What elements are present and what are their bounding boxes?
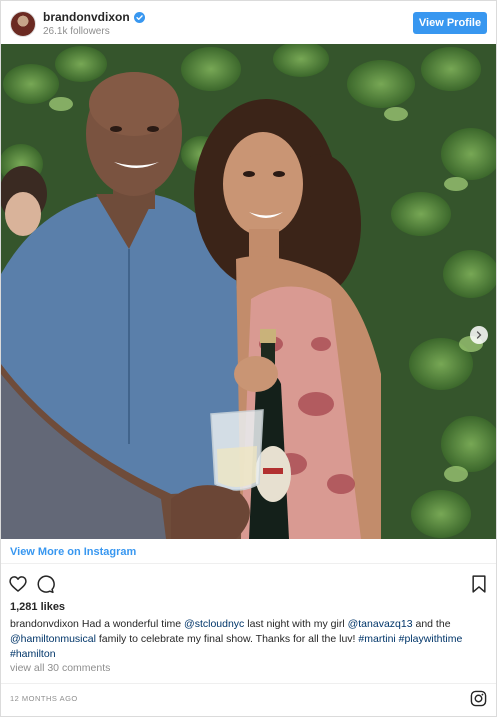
action-bar [1,571,496,599]
next-photo-button[interactable] [470,326,488,344]
post-photo-illustration [1,44,496,539]
mention-link[interactable]: @hamiltonmusical [10,633,96,645]
instagram-embed-card: brandonvdixon 26.1k followers View Profi… [0,0,497,717]
post-timestamp[interactable]: 12 MONTHS AGO [10,694,78,703]
view-comments-link[interactable]: view all 30 comments [10,662,110,674]
caption-text-segment: and the [412,618,451,630]
instagram-logo-icon[interactable] [470,690,487,707]
hashtag-link[interactable]: #hamilton [10,648,56,660]
like-count[interactable]: 1,281 likes [10,601,65,613]
bookmark-icon[interactable] [469,574,489,594]
caption-text-segment: Had a wonderful time [81,618,185,630]
view-more-bar: View More on Instagram [1,539,496,564]
username-row: brandonvdixon [43,10,145,24]
username[interactable]: brandonvdixon [43,10,130,24]
mention-link[interactable]: @tanavazq13 [348,618,413,630]
verified-badge-icon [133,11,145,23]
heart-icon[interactable] [8,574,28,594]
caption-text-segment: last night with my girl [244,618,348,630]
caption-username[interactable]: brandonvdixon [10,618,79,630]
post-header: brandonvdixon 26.1k followers View Profi… [1,1,496,44]
hashtag-link[interactable]: #playwithtime [399,633,463,645]
view-more-link[interactable]: View More on Instagram [10,546,136,558]
next-arrow-icon [476,331,482,339]
post-photo[interactable] [1,44,496,539]
hashtag-link[interactable]: #martini [358,633,395,645]
mention-link[interactable]: @stcloudnyc [184,618,244,630]
avatar[interactable] [10,11,36,37]
view-profile-button[interactable]: View Profile [413,12,487,34]
post-caption: brandonvdixon Had a wonderful time @stclo… [10,617,488,662]
follower-count: 26.1k followers [43,26,110,37]
caption-text-segment: family to celebrate my final show. Thank… [95,633,359,645]
comment-icon[interactable] [35,574,55,594]
divider [1,683,496,684]
